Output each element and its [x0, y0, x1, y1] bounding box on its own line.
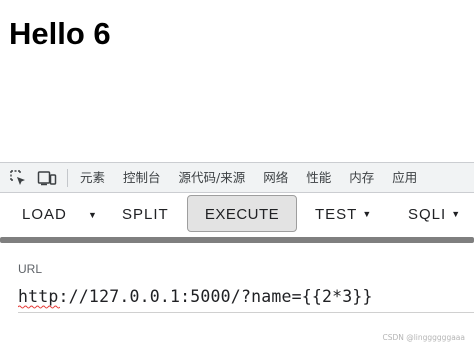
load-button[interactable]: LOAD	[22, 193, 67, 237]
test-menu-label: TEST	[315, 206, 358, 223]
devtools-tab-bar: 元素 控制台 源代码/来源 网络 性能 内存 应用	[0, 162, 474, 193]
caret-down-icon: ▼	[451, 209, 462, 220]
tab-memory[interactable]: 内存	[340, 162, 383, 193]
sqli-menu-label: SQLI	[408, 206, 447, 223]
tab-performance[interactable]: 性能	[297, 162, 340, 193]
caret-down-icon: ▼	[362, 209, 373, 220]
url-label: URL	[18, 262, 43, 276]
tab-application[interactable]: 应用	[383, 162, 426, 193]
tab-sources[interactable]: 源代码/来源	[170, 162, 255, 193]
element-picker-icon[interactable]	[7, 167, 29, 189]
toolbar-divider	[67, 168, 68, 187]
url-input[interactable]: http://127.0.0.1:5000/?name={{2*3}}	[18, 283, 474, 313]
split-button[interactable]: SPLIT	[122, 193, 169, 237]
watermark: CSDN @linggggggaaa	[382, 333, 465, 342]
url-input-value: http://127.0.0.1:5000/?name={{2*3}}	[18, 287, 373, 306]
sqli-menu-button[interactable]: SQLI ▼	[408, 193, 461, 237]
tab-console[interactable]: 控制台	[114, 162, 170, 193]
load-dropdown-button[interactable]: ▼	[88, 193, 97, 237]
hackbar-toolbar: LOAD ▼ SPLIT EXECUTE TEST ▼ SQLI ▼	[0, 193, 474, 237]
device-toolbar-icon[interactable]	[36, 167, 58, 189]
caret-down-icon: ▼	[88, 210, 97, 220]
tab-elements[interactable]: 元素	[71, 162, 114, 193]
spellcheck-underline	[18, 305, 60, 309]
tab-network[interactable]: 网络	[254, 162, 297, 193]
test-menu-button[interactable]: TEST ▼	[315, 193, 372, 237]
execute-button[interactable]: EXECUTE	[187, 195, 297, 232]
page-heading: Hello 6	[9, 16, 111, 51]
toolbar-separator	[0, 237, 474, 243]
